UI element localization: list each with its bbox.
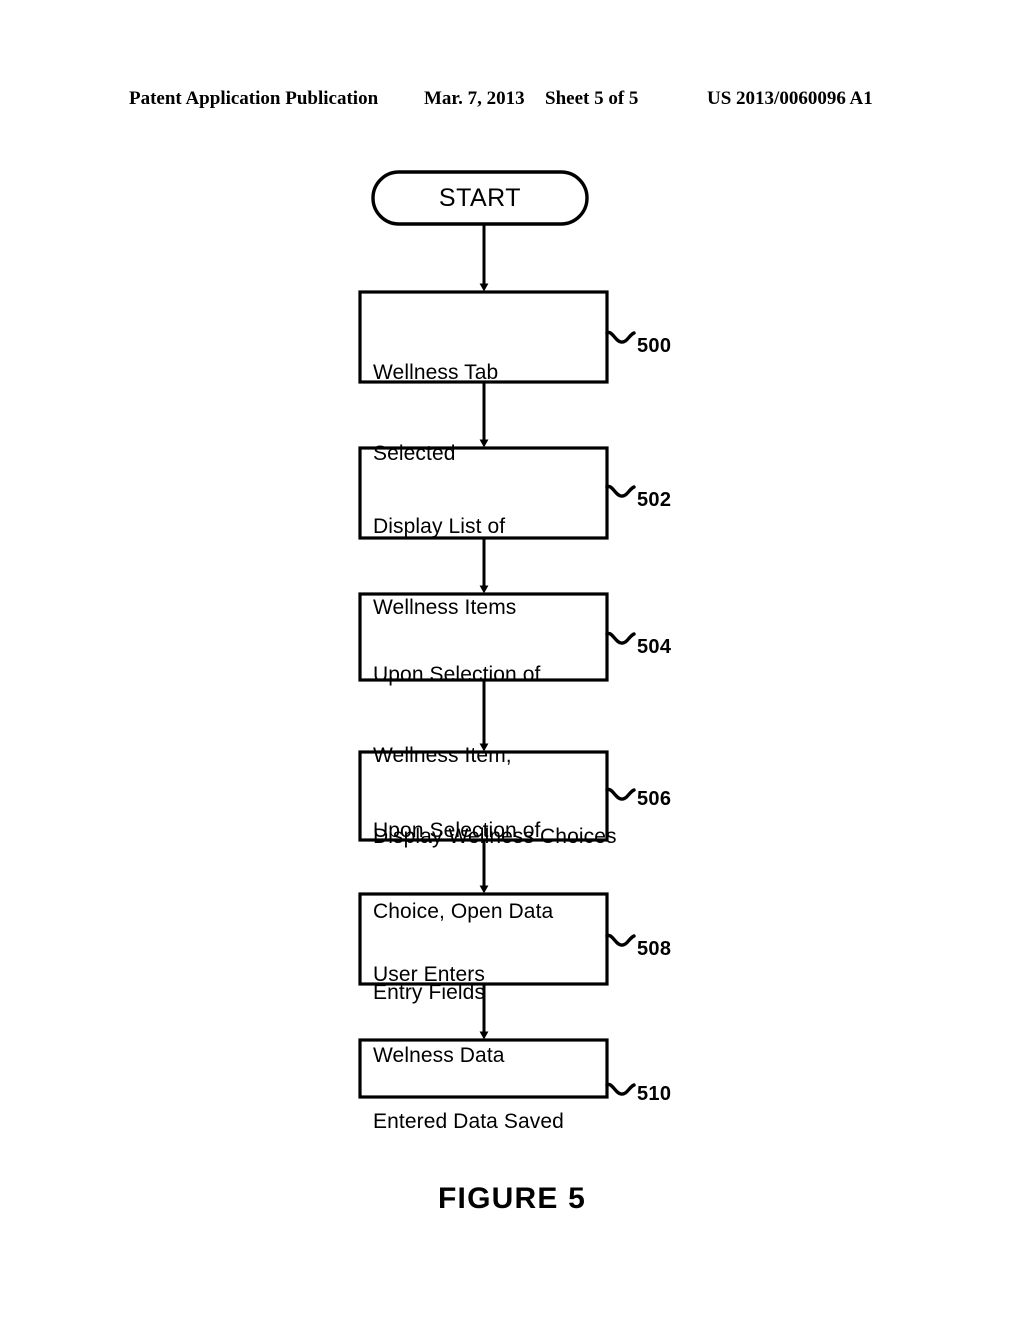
leader-line-502 xyxy=(605,484,636,498)
step-text-506-line-1: Upon Selection of xyxy=(373,819,541,842)
leader-line-500 xyxy=(605,330,636,344)
start-node-label: START xyxy=(438,183,522,212)
leader-line-508 xyxy=(605,933,636,947)
step-text-500-line-1: Wellness Tab xyxy=(373,361,499,384)
step-text-510: Entered Data Saved xyxy=(373,1054,564,1189)
step-text-510-line-1: Entered Data Saved xyxy=(373,1110,564,1133)
step-text-504-line-1: Upon Selection of xyxy=(373,663,541,686)
step-text-508-line-1: User Enters xyxy=(373,963,485,986)
reference-numeral-510: 510 xyxy=(637,1083,672,1105)
reference-numeral-502: 502 xyxy=(637,489,672,511)
flowchart-diagram: START Wellness Tab Selected Display List… xyxy=(0,0,1024,1320)
step-text-502-line-1: Display List of xyxy=(373,515,506,538)
figure-caption: FIGURE 5 xyxy=(438,1182,586,1215)
reference-numeral-504: 504 xyxy=(637,636,672,658)
reference-numeral-506: 506 xyxy=(637,788,672,810)
reference-numeral-508: 508 xyxy=(637,938,672,960)
reference-numeral-500: 500 xyxy=(637,335,672,357)
leader-line-510 xyxy=(605,1082,636,1096)
